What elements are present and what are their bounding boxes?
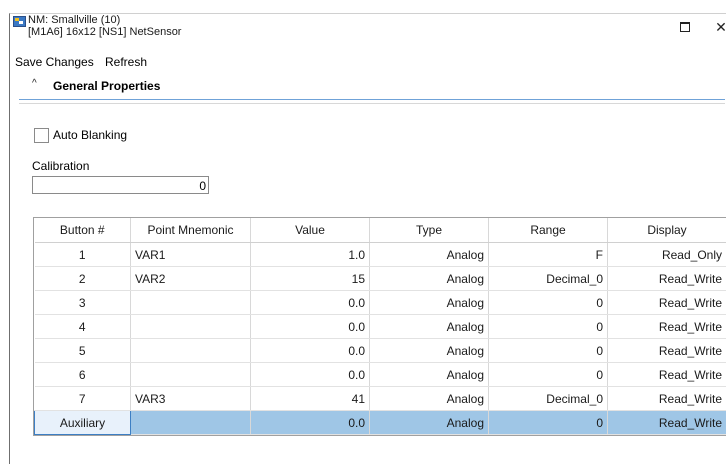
close-icon: ✕ xyxy=(715,20,726,36)
mnemonic-cell[interactable]: VAR1 xyxy=(131,243,251,267)
table-row-selected[interactable]: Auxiliary 0.0 Analog 0 Read_Write xyxy=(35,411,726,435)
range-cell[interactable]: F xyxy=(489,243,608,267)
range-cell[interactable]: 0 xyxy=(489,291,608,315)
close-button[interactable]: ✕ xyxy=(706,18,726,38)
mnemonic-cell[interactable] xyxy=(131,363,251,387)
section-title: General Properties xyxy=(53,79,160,93)
value-cell[interactable]: 0.0 xyxy=(251,411,370,435)
grid-header-row: Button # Point Mnemonic Value Type Range… xyxy=(35,218,726,243)
range-cell[interactable]: 0 xyxy=(489,411,608,435)
button-cell[interactable]: 2 xyxy=(35,267,131,291)
value-cell[interactable]: 0.0 xyxy=(251,315,370,339)
auto-blanking-label[interactable]: Auto Blanking xyxy=(53,128,127,142)
display-cell[interactable]: Read_Write xyxy=(608,267,726,291)
save-changes-button[interactable]: Save Changes xyxy=(14,51,95,73)
type-cell[interactable]: Analog xyxy=(370,267,489,291)
column-header-button[interactable]: Button # xyxy=(35,218,131,243)
value-cell[interactable]: 41 xyxy=(251,387,370,411)
value-cell[interactable]: 0.0 xyxy=(251,339,370,363)
mnemonic-cell[interactable] xyxy=(131,411,251,435)
button-cell[interactable]: 7 xyxy=(35,387,131,411)
calibration-input[interactable]: 0 xyxy=(32,176,209,194)
window-subtitle: [M1A6] 16x12 [NS1] NetSensor xyxy=(28,26,181,38)
value-cell[interactable]: 0.0 xyxy=(251,363,370,387)
type-cell[interactable]: Analog xyxy=(370,315,489,339)
range-cell[interactable]: 0 xyxy=(489,363,608,387)
range-cell[interactable]: Decimal_0 xyxy=(489,267,608,291)
range-cell[interactable]: 0 xyxy=(489,339,608,363)
range-cell[interactable]: Decimal_0 xyxy=(489,387,608,411)
table-row[interactable]: 4 0.0 Analog 0 Read_Write xyxy=(35,315,726,339)
general-properties-header[interactable]: ^ General Properties xyxy=(19,74,725,100)
value-cell[interactable]: 0.0 xyxy=(251,291,370,315)
button-cell[interactable]: 6 xyxy=(35,363,131,387)
table-row[interactable]: 3 0.0 Analog 0 Read_Write xyxy=(35,291,726,315)
title-bar[interactable]: NM: Smallville (10) [M1A6] 16x12 [NS1] N… xyxy=(10,14,726,42)
value-cell[interactable]: 15 xyxy=(251,267,370,291)
column-header-type[interactable]: Type xyxy=(370,218,489,243)
auto-blanking-checkbox[interactable] xyxy=(34,128,49,143)
maximize-button[interactable] xyxy=(670,18,700,38)
table-row[interactable]: 6 0.0 Analog 0 Read_Write xyxy=(35,363,726,387)
mnemonic-cell[interactable] xyxy=(131,315,251,339)
mnemonic-cell[interactable]: VAR2 xyxy=(131,267,251,291)
window-title: NM: Smallville (10) xyxy=(28,14,120,26)
type-cell[interactable]: Analog xyxy=(370,339,489,363)
maximize-icon xyxy=(680,22,690,32)
display-cell[interactable]: Read_Write xyxy=(608,411,726,435)
column-header-range[interactable]: Range xyxy=(489,218,608,243)
table-row[interactable]: 1 VAR1 1.0 Analog F Read_Only xyxy=(35,243,726,267)
display-cell[interactable]: Read_Write xyxy=(608,363,726,387)
table-row[interactable]: 2 VAR2 15 Analog Decimal_0 Read_Write xyxy=(35,267,726,291)
type-cell[interactable]: Analog xyxy=(370,387,489,411)
button-cell[interactable]: 3 xyxy=(35,291,131,315)
type-cell[interactable]: Analog xyxy=(370,243,489,267)
refresh-button[interactable]: Refresh xyxy=(104,51,148,73)
button-cell[interactable]: Auxiliary xyxy=(35,411,131,435)
type-cell[interactable]: Analog xyxy=(370,291,489,315)
value-cell[interactable]: 1.0 xyxy=(251,243,370,267)
display-cell[interactable]: Read_Write xyxy=(608,291,726,315)
collapse-chevron-icon[interactable]: ^ xyxy=(32,78,37,89)
display-cell[interactable]: Read_Only xyxy=(608,243,726,267)
toolbar: Save Changes Refresh xyxy=(10,51,726,73)
display-cell[interactable]: Read_Write xyxy=(608,315,726,339)
table-row[interactable]: 7 VAR3 41 Analog Decimal_0 Read_Write xyxy=(35,387,726,411)
calibration-label: Calibration xyxy=(32,159,89,173)
button-cell[interactable]: 4 xyxy=(35,315,131,339)
button-grid: Button # Point Mnemonic Value Type Range… xyxy=(33,217,726,436)
column-header-mnemonic[interactable]: Point Mnemonic xyxy=(131,218,251,243)
mnemonic-cell[interactable] xyxy=(131,339,251,363)
app-icon xyxy=(13,16,26,27)
button-cell[interactable]: 5 xyxy=(35,339,131,363)
display-cell[interactable]: Read_Write xyxy=(608,387,726,411)
type-cell[interactable]: Analog xyxy=(370,363,489,387)
type-cell[interactable]: Analog xyxy=(370,411,489,435)
display-cell[interactable]: Read_Write xyxy=(608,339,726,363)
range-cell[interactable]: 0 xyxy=(489,315,608,339)
properties-window: NM: Smallville (10) [M1A6] 16x12 [NS1] N… xyxy=(9,13,726,464)
mnemonic-cell[interactable] xyxy=(131,291,251,315)
button-cell[interactable]: 1 xyxy=(35,243,131,267)
column-header-value[interactable]: Value xyxy=(251,218,370,243)
mnemonic-cell[interactable]: VAR3 xyxy=(131,387,251,411)
column-header-display[interactable]: Display xyxy=(608,218,726,243)
section-divider xyxy=(19,103,725,104)
table-row[interactable]: 5 0.0 Analog 0 Read_Write xyxy=(35,339,726,363)
